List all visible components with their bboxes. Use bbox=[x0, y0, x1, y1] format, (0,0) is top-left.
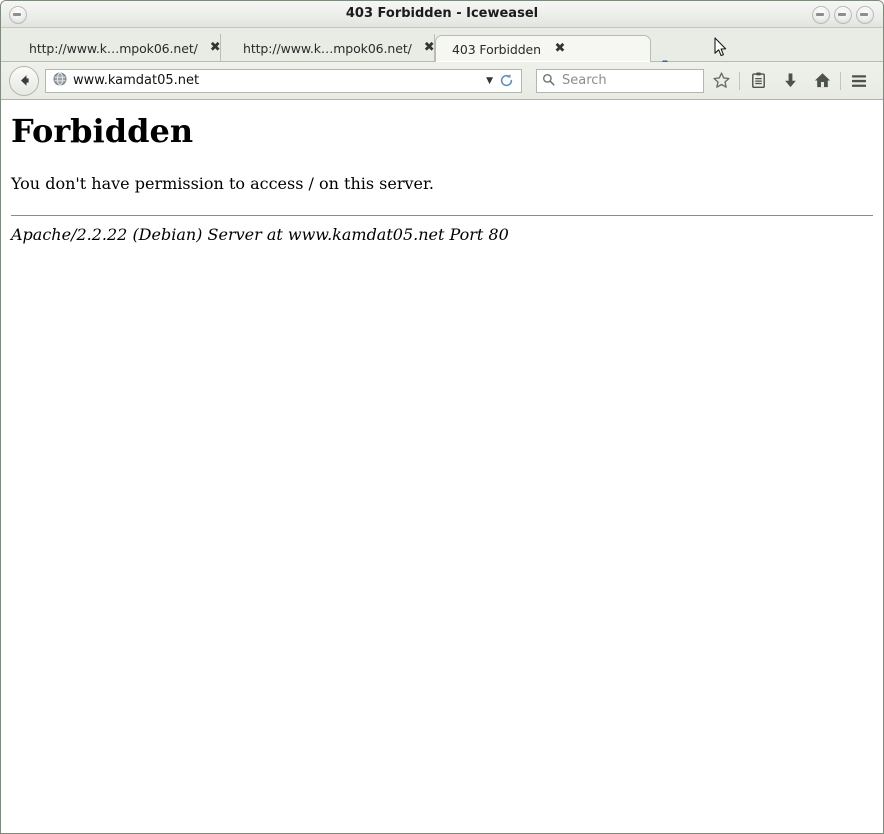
tab-close-icon[interactable]: ✖ bbox=[210, 41, 221, 55]
tab-close-icon[interactable]: ✖ bbox=[424, 41, 435, 55]
hamburger-menu-icon bbox=[852, 74, 866, 87]
page-title: Forbidden bbox=[11, 112, 194, 150]
tab-close-icon[interactable]: ✖ bbox=[553, 42, 567, 56]
reading-list-button[interactable] bbox=[742, 67, 774, 95]
downloads-button[interactable] bbox=[774, 67, 806, 95]
clipboard-icon bbox=[751, 72, 765, 89]
star-icon bbox=[712, 72, 730, 88]
tab-label: 403 Forbidden bbox=[452, 41, 541, 57]
download-arrow-icon bbox=[784, 73, 796, 88]
tab-2[interactable]: http://www.k…mpok06.net/ ✖ bbox=[227, 34, 435, 62]
url-text[interactable]: www.kamdat05.net bbox=[73, 73, 482, 88]
server-signature: Apache/2.2.22 (Debian) Server at www.kam… bbox=[11, 225, 509, 245]
navigation-toolbar: www.kamdat05.net ▼ Search bbox=[1, 62, 883, 100]
page-content: Forbidden You don't have permission to a… bbox=[1, 100, 883, 833]
search-bar[interactable]: Search bbox=[536, 68, 704, 93]
bookmark-button[interactable] bbox=[705, 67, 737, 95]
tab-1[interactable]: http://www.k…mpok06.net/ ✖ bbox=[13, 34, 221, 62]
minimize-button[interactable] bbox=[812, 6, 830, 24]
globe-icon bbox=[53, 71, 67, 90]
page-body-text: You don't have permission to access / on… bbox=[11, 174, 434, 194]
reload-icon bbox=[500, 74, 513, 87]
tab-label: http://www.k…mpok06.net/ bbox=[29, 40, 198, 56]
toolbar-separator bbox=[840, 71, 841, 90]
toolbar-icon-group bbox=[704, 67, 875, 95]
chevron-down-icon[interactable]: ▼ bbox=[482, 76, 499, 86]
back-arrow-icon bbox=[20, 75, 29, 86]
home-button[interactable] bbox=[806, 67, 838, 95]
tab-3-active[interactable]: 403 Forbidden ✖ bbox=[435, 35, 651, 62]
back-button[interactable] bbox=[9, 65, 39, 96]
title-bar: 403 Forbidden - Iceweasel bbox=[1, 1, 883, 28]
search-icon bbox=[542, 71, 555, 90]
menu-button[interactable] bbox=[843, 67, 875, 95]
search-input[interactable]: Search bbox=[562, 73, 607, 88]
tab-label: http://www.k…mpok06.net/ bbox=[243, 40, 412, 56]
reload-button[interactable] bbox=[499, 73, 517, 88]
url-bar[interactable]: www.kamdat05.net ▼ bbox=[45, 68, 522, 93]
maximize-button[interactable] bbox=[834, 6, 852, 24]
tab-strip: http://www.k…mpok06.net/ ✖ http://www.k…… bbox=[1, 28, 883, 76]
toolbar-separator bbox=[739, 71, 740, 90]
url-host: www.kamdat05.net bbox=[73, 73, 200, 88]
home-icon bbox=[814, 73, 830, 88]
close-button[interactable] bbox=[856, 6, 874, 24]
browser-window: 403 Forbidden - Iceweasel http://www.k…m… bbox=[0, 0, 884, 834]
window-title: 403 Forbidden - Iceweasel bbox=[345, 6, 539, 21]
